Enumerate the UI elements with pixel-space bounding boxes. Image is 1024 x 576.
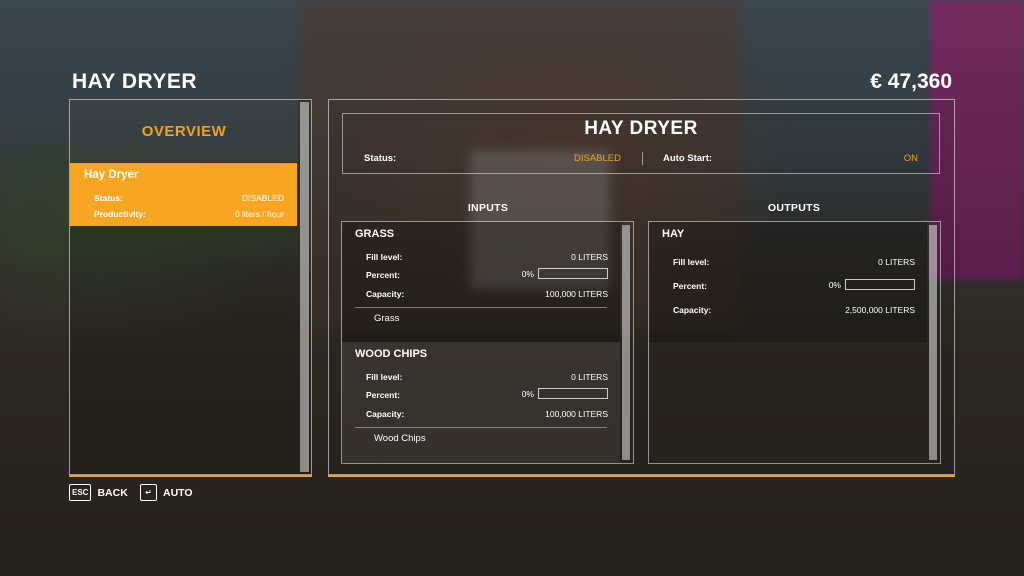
- fill-level-value: 0 LITERS: [571, 372, 608, 382]
- capacity-value: 2,500,000 LITERS: [845, 305, 915, 315]
- production-productivity-label: Productivity:: [94, 209, 146, 219]
- fill-level-label: Fill level:: [366, 372, 403, 382]
- production-status-row: Status: DISABLED: [94, 193, 284, 203]
- production-status-value: DISABLED: [241, 193, 284, 203]
- fill-level-label: Fill level:: [673, 257, 710, 267]
- capacity-value: 100,000 LITERS: [545, 409, 608, 419]
- input-name: GRASS: [355, 228, 395, 240]
- production-productivity-row: Productivity: 0 liters / hour: [94, 209, 284, 219]
- percent-value: 0%: [828, 280, 841, 290]
- input-card-grass: GRASS Fill level: 0 LITERS Percent: 0% C…: [342, 222, 620, 342]
- fill-level-value: 0 LITERS: [878, 257, 915, 267]
- back-button[interactable]: ESC BACK: [69, 484, 128, 501]
- capacity-label: Capacity:: [673, 305, 712, 315]
- production-status-label: Status:: [94, 193, 123, 203]
- output-card-hay: HAY Fill level: 0 LITERS Percent: 0% Cap…: [649, 222, 927, 342]
- money-display: € 47,360: [870, 70, 952, 93]
- card-separator: [355, 427, 607, 428]
- auto-button[interactable]: ↵ AUTO: [140, 484, 193, 501]
- overview-underline: [69, 475, 312, 477]
- overview-scrollbar[interactable]: [300, 102, 309, 472]
- auto-start-label: Auto Start:: [663, 153, 713, 164]
- status-value: DISABLED: [574, 153, 621, 164]
- fill-type-label: Grass: [374, 313, 400, 324]
- back-label: BACK: [97, 486, 128, 499]
- fill-type-label: Wood Chips: [374, 433, 426, 444]
- output-name: HAY: [662, 228, 685, 240]
- page-title: HAY DRYER: [72, 70, 198, 93]
- esc-key-icon: ESC: [69, 484, 92, 501]
- overview-header: OVERVIEW: [70, 100, 298, 162]
- inputs-list: GRASS Fill level: 0 LITERS Percent: 0% C…: [341, 221, 634, 464]
- production-item-name: Hay Dryer: [84, 169, 139, 181]
- inputs-scrollbar[interactable]: [622, 225, 630, 460]
- fill-level-label: Fill level:: [366, 252, 403, 262]
- percent-label: Percent:: [673, 281, 708, 291]
- inputs-heading: INPUTS: [467, 202, 509, 214]
- capacity-label: Capacity:: [366, 289, 405, 299]
- percent-bar: [538, 268, 608, 279]
- capacity-value: 100,000 LITERS: [545, 289, 608, 299]
- enter-key-icon: ↵: [140, 484, 157, 501]
- percent-bar: [538, 388, 608, 399]
- auto-start-value[interactable]: ON: [904, 153, 918, 164]
- status-label: Status:: [364, 153, 397, 164]
- percent-value: 0%: [521, 389, 534, 399]
- input-card-wood-chips: WOOD CHIPS Fill level: 0 LITERS Percent:…: [342, 342, 620, 463]
- overview-panel: OVERVIEW Hay Dryer Status: DISABLED Prod…: [69, 99, 312, 475]
- card-separator: [355, 307, 607, 308]
- production-title: HAY DRYER: [584, 118, 698, 139]
- percent-value: 0%: [521, 269, 534, 279]
- fill-level-value: 0 LITERS: [571, 252, 608, 262]
- outputs-scrollbar[interactable]: [929, 225, 937, 460]
- info-divider: [642, 152, 643, 165]
- percent-bar: [845, 279, 915, 290]
- production-info-box: HAY DRYER Status: DISABLED Auto Start: O…: [342, 113, 940, 174]
- outputs-list: HAY Fill level: 0 LITERS Percent: 0% Cap…: [648, 221, 941, 464]
- auto-label: AUTO: [163, 486, 193, 499]
- outputs-heading: OUTPUTS: [767, 202, 821, 214]
- production-item-hay-dryer[interactable]: Hay Dryer Status: DISABLED Productivity:…: [70, 163, 297, 226]
- input-name: WOOD CHIPS: [355, 348, 428, 360]
- percent-label: Percent:: [366, 270, 401, 280]
- details-underline: [328, 475, 955, 477]
- percent-label: Percent:: [366, 390, 401, 400]
- capacity-label: Capacity:: [366, 409, 405, 419]
- production-productivity-value: 0 liters / hour: [234, 209, 284, 219]
